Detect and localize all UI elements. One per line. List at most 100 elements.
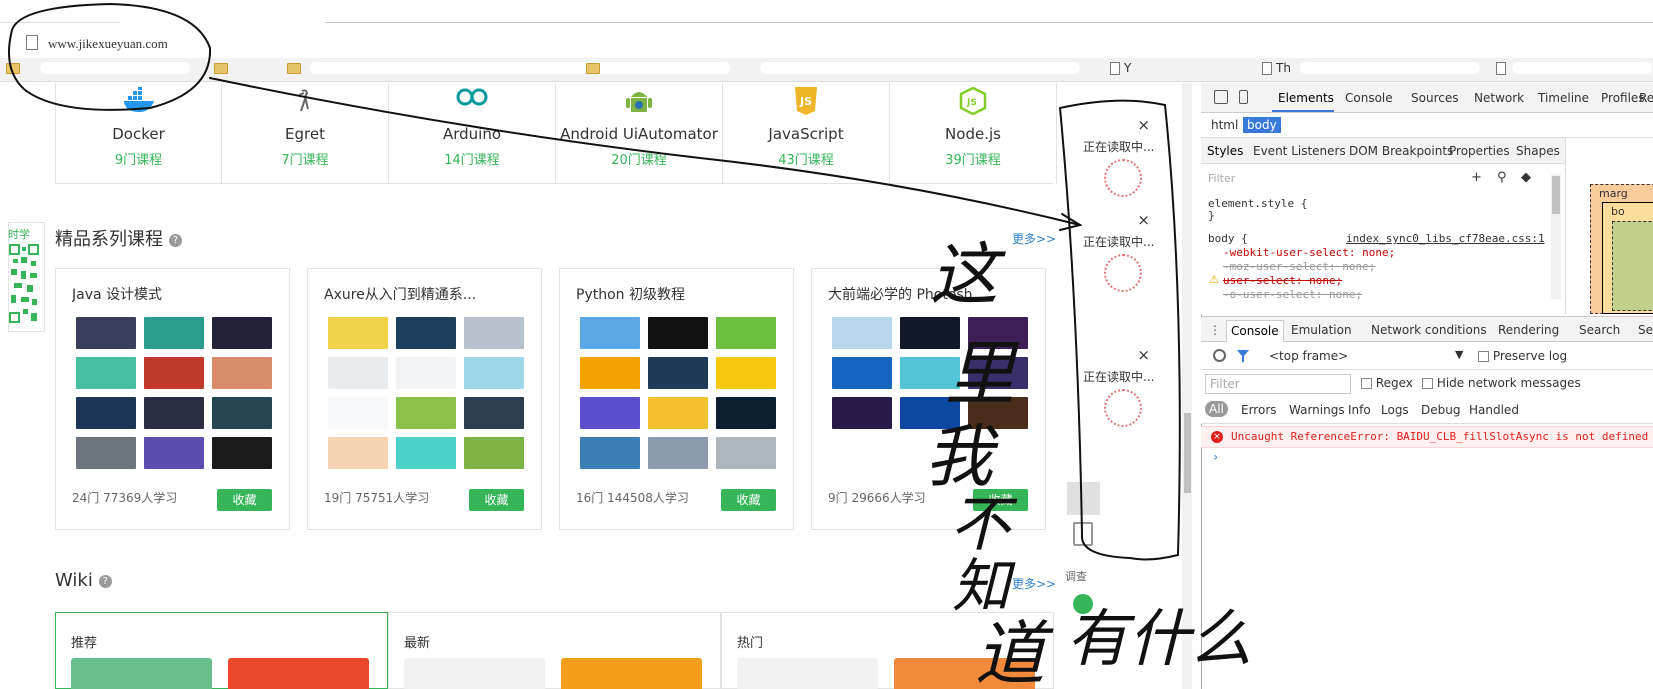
console-prompt[interactable]: ›	[1212, 450, 1219, 464]
devtools-tab-timeline[interactable]: Timeline	[1538, 91, 1589, 105]
context-select[interactable]: <top frame>	[1269, 349, 1348, 363]
category-javascript[interactable]: JS JavaScript 43门课程	[723, 83, 890, 184]
category-egret[interactable]: Egret 7门课程	[222, 83, 389, 184]
clear-console-icon[interactable]	[1213, 349, 1226, 362]
favorite-button[interactable]: 收藏	[469, 489, 524, 511]
subtab-properties[interactable]: Properties	[1449, 144, 1510, 158]
level-errors[interactable]: Errors	[1241, 403, 1277, 417]
close-icon[interactable]: ×	[1137, 346, 1150, 364]
devtools-tab-sources[interactable]: Sources	[1411, 91, 1458, 105]
styles-filter[interactable]: Filter	[1208, 172, 1235, 185]
feedback-icon[interactable]	[1073, 522, 1093, 546]
course-title[interactable]: Java 设计模式	[72, 284, 277, 304]
page-scrollbar-thumb[interactable]	[1184, 413, 1191, 493]
ad-slot[interactable]: × 正在读取中...	[1058, 116, 1160, 218]
course-card[interactable]: Python 初级教程 16门 144508人学习 收藏	[559, 268, 794, 530]
favorite-button[interactable]: 收藏	[973, 489, 1028, 511]
bookmark-label[interactable]: Y	[1124, 61, 1131, 75]
css-prop[interactable]: -webkit-user-select: none;	[1223, 246, 1395, 259]
subtab-dom-breakpoints[interactable]: DOM Breakpoints	[1349, 144, 1453, 158]
drawer-tab-rendering[interactable]: Rendering	[1498, 323, 1559, 337]
bookmark-page-icon[interactable]	[1110, 62, 1120, 75]
chevron-down-icon[interactable]: ▼	[1455, 348, 1463, 361]
wiki-preview[interactable]	[71, 658, 212, 689]
course-card[interactable]: Java 设计模式 24门 77369人学习 收藏	[55, 268, 290, 530]
course-card[interactable]: 大前端必学的 Photosh... 9门 29666人学习 收藏	[811, 268, 1046, 530]
css-element-style[interactable]: element.style {	[1208, 197, 1307, 210]
level-info[interactable]: Info	[1348, 403, 1371, 417]
category-android-uiautomator[interactable]: Android UiAutomator 20门课程	[556, 83, 723, 184]
address-bar-url[interactable]: www.jikexueyuan.com	[48, 36, 168, 52]
bookmark-folder-icon[interactable]	[214, 63, 228, 74]
device-mode-icon[interactable]	[1239, 90, 1248, 104]
subtab-shapes[interactable]: Shapes	[1516, 144, 1560, 158]
close-icon[interactable]: ×	[1137, 116, 1150, 134]
bookmark-label[interactable]: Th	[1276, 61, 1291, 75]
filter-icon[interactable]	[1236, 349, 1250, 363]
favorite-button[interactable]: 收藏	[217, 489, 272, 511]
preserve-log-checkbox[interactable]: Preserve log	[1478, 349, 1567, 363]
css-source-link[interactable]: index_sync0_libs_cf78eae.css:1	[1346, 232, 1545, 245]
toggle-state-icon[interactable]: ◆	[1521, 170, 1531, 185]
css-prop[interactable]: -o-user-select: none;	[1223, 288, 1362, 301]
wiki-tab-latest[interactable]: 最新	[388, 612, 721, 689]
css-prop[interactable]: user-select: none;	[1223, 274, 1342, 287]
close-icon[interactable]: ×	[1137, 211, 1150, 229]
bookmark-folder-icon[interactable]	[586, 63, 600, 74]
bookmark-page-icon[interactable]	[1496, 62, 1506, 75]
page-scrollbar[interactable]	[1182, 83, 1192, 689]
series-more-link[interactable]: 更多>>	[1012, 230, 1056, 247]
subtab-styles[interactable]: Styles	[1207, 144, 1243, 158]
drawer-tab-search[interactable]: Search	[1579, 323, 1620, 337]
drawer-menu-icon[interactable]: ⋮	[1209, 323, 1221, 337]
styles-scrollbar-thumb[interactable]	[1552, 176, 1560, 214]
course-title[interactable]: 大前端必学的 Photosh...	[828, 284, 1033, 304]
breadcrumb-html[interactable]: html	[1207, 117, 1242, 133]
devtools-tab-elements[interactable]: Elements	[1278, 91, 1334, 105]
wiki-tab-recommended[interactable]: 推荐	[55, 612, 388, 689]
drawer-tab-emulation[interactable]: Emulation	[1291, 323, 1352, 337]
level-debug[interactable]: Debug	[1421, 403, 1460, 417]
category-docker[interactable]: Docker 9门课程	[55, 83, 222, 184]
regex-checkbox[interactable]: Regex	[1361, 376, 1413, 390]
ad-slot[interactable]: × 正在读取中...	[1058, 211, 1160, 313]
css-prop[interactable]: -moz-user-select: none;	[1223, 260, 1375, 273]
console-filter-input[interactable]: Filter	[1205, 374, 1351, 394]
error-message[interactable]: Uncaught ReferenceError: BAIDU_CLB_fillS…	[1231, 430, 1648, 443]
level-logs[interactable]: Logs	[1381, 403, 1409, 417]
checkbox[interactable]	[1478, 351, 1489, 362]
devtools-tab-network[interactable]: Network	[1474, 91, 1524, 105]
new-style-rule-icon[interactable]: +	[1471, 170, 1482, 185]
wiki-tab-hot[interactable]: 热门	[721, 612, 1054, 689]
survey-label[interactable]: 调查	[1065, 568, 1087, 584]
wiki-preview[interactable]	[894, 658, 1035, 689]
drawer-tab-console[interactable]: Console	[1226, 320, 1284, 342]
category-nodejs[interactable]: JS Node.js 39门课程	[890, 83, 1057, 184]
devtools-tab-more[interactable]: Re	[1639, 91, 1653, 105]
course-title[interactable]: Axure从入门到精通系...	[324, 284, 529, 304]
wiki-preview[interactable]	[404, 658, 545, 689]
level-all[interactable]: All	[1205, 401, 1228, 417]
subtab-event-listeners[interactable]: Event Listeners	[1253, 144, 1346, 158]
wechat-icon[interactable]	[1073, 594, 1093, 614]
inspect-element-icon[interactable]	[1214, 90, 1228, 104]
help-icon[interactable]: ?	[169, 234, 182, 247]
ad-slot[interactable]: × 正在读取中...	[1058, 346, 1160, 448]
wiki-more-link[interactable]: 更多>>	[1012, 575, 1056, 592]
favorite-button[interactable]: 收藏	[721, 489, 776, 511]
wiki-preview[interactable]	[228, 658, 369, 689]
bookmark-folder-icon[interactable]	[6, 63, 20, 74]
css-body-selector[interactable]: body {	[1208, 232, 1248, 245]
checkbox[interactable]	[1361, 378, 1372, 389]
category-arduino[interactable]: Arduino 14门课程	[389, 83, 556, 184]
wiki-preview[interactable]	[561, 658, 702, 689]
breadcrumb-body[interactable]: body	[1243, 117, 1281, 133]
back-to-top-icon[interactable]	[1067, 482, 1100, 515]
drawer-tab-network-conditions[interactable]: Network conditions	[1371, 323, 1487, 337]
bookmark-page-icon[interactable]	[1262, 62, 1272, 75]
level-warnings[interactable]: Warnings	[1289, 403, 1345, 417]
course-title[interactable]: Python 初级教程	[576, 284, 781, 304]
devtools-tab-console[interactable]: Console	[1345, 91, 1393, 105]
bookmark-folder-icon[interactable]	[287, 63, 301, 74]
wiki-preview[interactable]	[737, 658, 878, 689]
